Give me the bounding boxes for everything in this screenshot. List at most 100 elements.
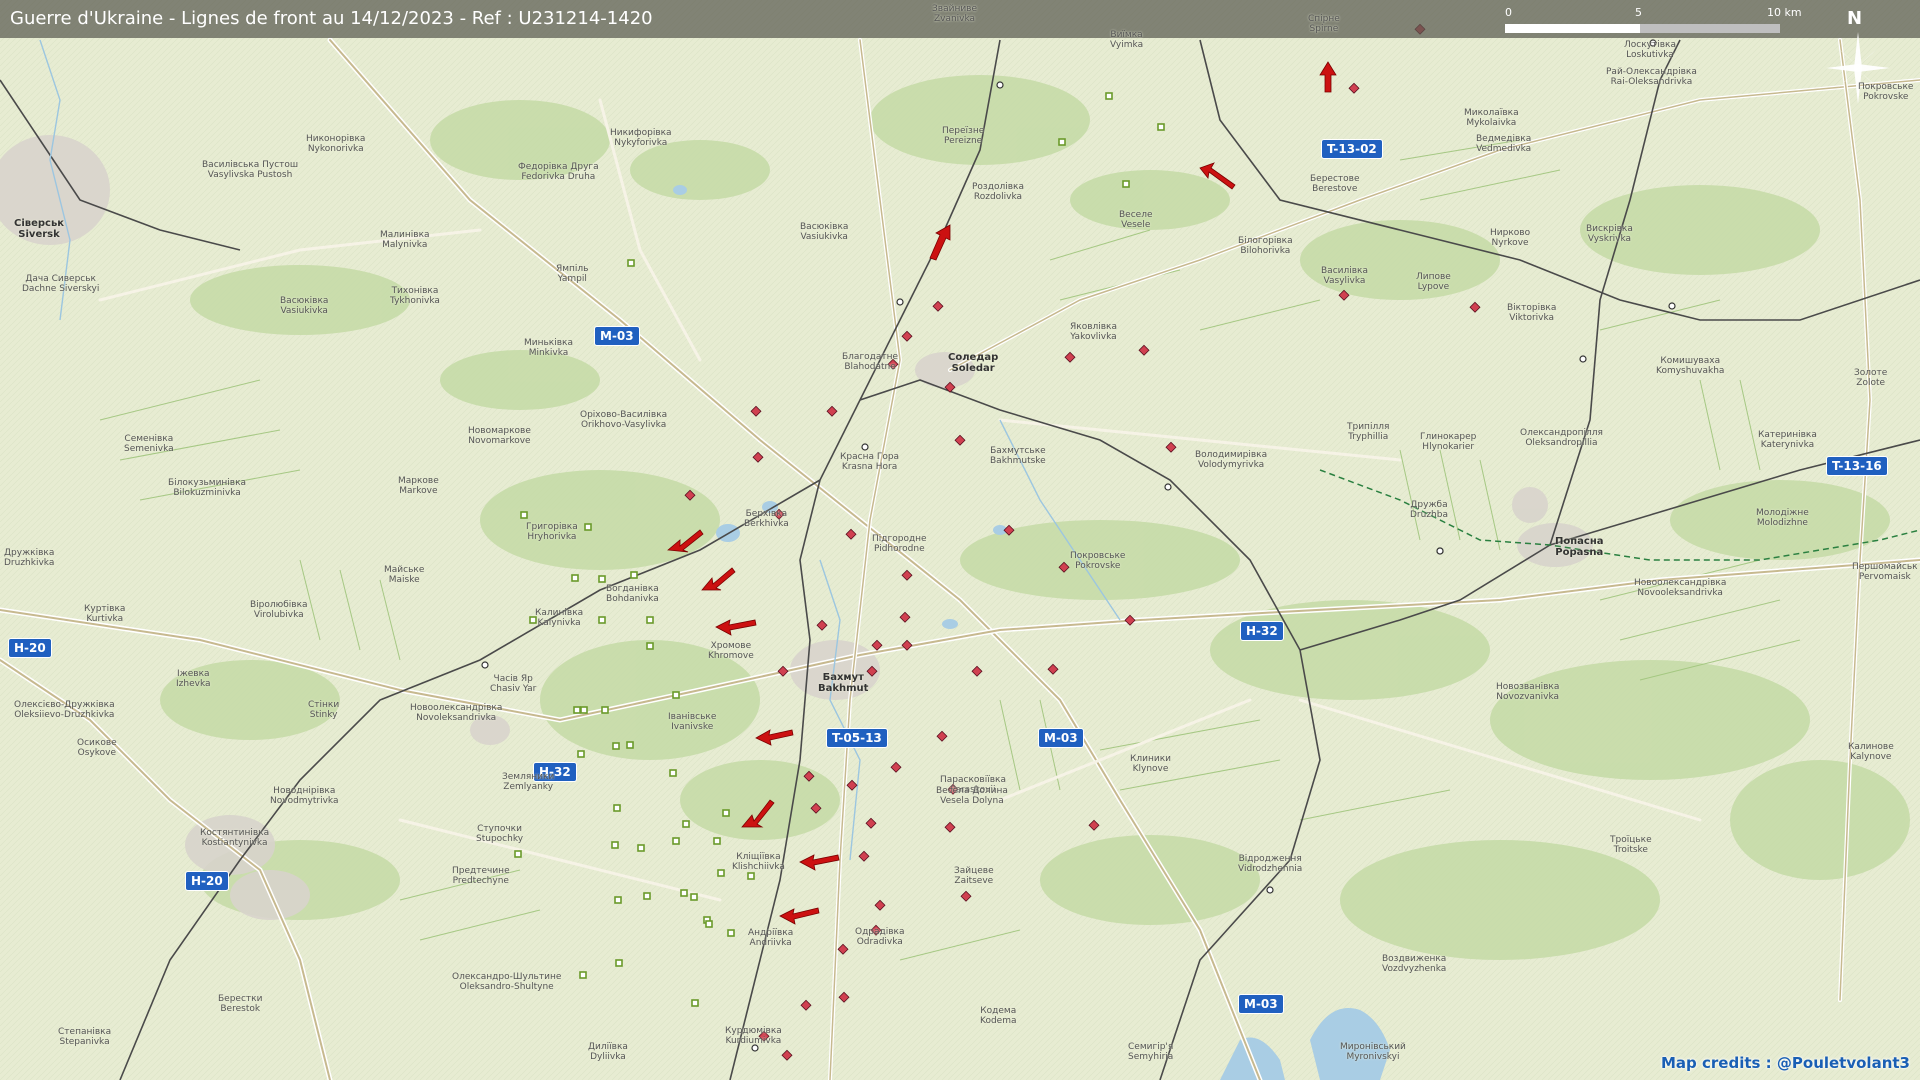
place-label: Стінки Stinky [308,700,340,720]
scale-label-5: 5 [1635,6,1642,19]
friendly-marker [580,706,588,714]
place-label: Першомайськ Pervomaisk [1852,562,1918,582]
friendly-marker [584,523,592,531]
friendly-marker [571,574,579,582]
friendly-marker [1105,92,1113,100]
friendly-marker [613,804,621,812]
place-label: Миронівський Myronivskyi [1340,1042,1406,1062]
place-label: Виїмка Vyimka [1110,30,1144,50]
place-label: Сіверськ Siversk [14,218,65,240]
place-label: Андріївка Andriivka [748,928,794,948]
place-label: Золоте Zolote [1854,368,1888,388]
place-label: Васюківка Vasiukivka [280,296,329,316]
place-label: Богданівка Bohdanivka [606,584,659,604]
place-label: Семигір'я Semyhiria [1128,1042,1174,1062]
place-label: Берхівка Berkhivka [744,509,789,529]
place-label: Земляники Zemlyanky [502,772,555,792]
friendly-marker [577,750,585,758]
place-label: Нирково Nyrkove [1490,228,1531,248]
place-label: Одрадівка Odradivka [855,927,905,947]
place-label: Роздолівка Rozdolivka [972,182,1024,202]
place-label: Новоднірівка Novodmytrivka [270,786,339,806]
place-label: Кліщіївка Klishchiivka [732,852,785,872]
place-label: Оріхово-Василівка Orikhovo-Vasylivka [580,410,668,430]
place-label: Ступочки Stupochky [476,824,524,844]
place-label: Білокузьминівка Bilokuzminivka [168,478,247,498]
place-label: Степанівка Stepanivka [58,1027,112,1047]
place-label: Відродження Vidrodzhennia [1238,854,1303,874]
friendly-marker [1157,123,1165,131]
place-label: Липове Lypove [1416,272,1451,292]
place-label: Берестове Berestove [1310,174,1360,194]
place-label: Білогорівка Bilohorivka [1238,236,1293,256]
place-label: Лоскутівка Loskutivka [1624,40,1676,60]
map-title: Guerre d'Ukraine - Lignes de front au 14… [10,8,653,29]
place-label: Олександропілля Oleksandropillia [1520,428,1603,448]
place-label: Федорівка Друга Fedorivka Druha [518,162,599,182]
place-label: Васюківка Vasiukivka [800,222,849,242]
friendly-marker [614,896,622,904]
friendly-marker [611,841,619,849]
place-label: Берестки Berestok [218,994,263,1014]
friendly-marker [601,706,609,714]
place-label: Троїцьке Troitske [1610,835,1652,855]
place-label: Воздвиженка Vozdvyzhenka [1382,954,1447,974]
place-label: Переїзне Pereizne [942,126,985,146]
place-label: Григорівка Hryhorivka [526,522,578,542]
place-label: Клиники Klynove [1130,754,1172,774]
place-label: Часів Яр Chasiv Yar [490,674,537,694]
place-label: Калинове Kalynove [1848,742,1894,762]
friendly-marker [672,691,680,699]
place-label: Іванівське Ivanivske [668,712,717,732]
scale-label-10: 10 km [1767,6,1802,19]
friendly-marker [669,769,677,777]
place-label: Никонорівка Nykonorivka [306,134,366,154]
place-label: Благодатне Blahodatne [842,352,899,372]
friendly-marker [1058,138,1066,146]
friendly-marker [514,850,522,858]
friendly-marker [717,869,725,877]
place-label: Курдюмівка Kurdiumivka [725,1026,782,1046]
place-label: Трипілля Tryphillia [1347,422,1390,442]
place-label: Зайцеве Zaitseve [954,866,994,886]
place-label: Рай-Олександрівка Rai-Oleksandrivka [1606,67,1697,87]
place-label: Дружківка Druzhkivka [4,548,55,568]
place-label: Покровське Pokrovske [1070,551,1126,571]
place-label: Іжевка Izhevka [176,669,211,689]
place-label: Калинівка Kalynivka [535,608,584,628]
friendly-marker [705,920,713,928]
friendly-marker [520,511,528,519]
place-label: Миколаївка Mykolaivka [1464,108,1519,128]
friendly-marker [630,571,638,579]
scale-label-0: 0 [1505,6,1512,19]
friendly-marker [680,889,688,897]
place-label: Покровське Pokrovske [1858,82,1914,102]
place-label: Яковлівка Yakovlivka [1070,322,1118,342]
place-label: Куртівка Kurtivka [84,604,126,624]
friendly-marker [646,642,654,650]
place-label: Миньківка Minkivka [524,338,573,358]
place-label: Вискрівка Vyskrivka [1586,224,1633,244]
place-label: Предтечине Predtechyne [452,866,510,886]
place-label: Новоолександрівка Novooleksandrivka [1634,578,1727,598]
place-label: Дружба Druzhba [1410,500,1448,520]
friendly-marker [672,837,680,845]
friendly-marker [598,575,606,583]
friendly-marker [727,929,735,937]
place-label: Попасна Popasna [1555,536,1604,558]
friendly-marker [682,820,690,828]
place-label: Новоолександрівка Novoleksandrivka [410,703,503,723]
place-label: Ведмедівка Vedmedivka [1476,134,1532,154]
scale-bar: 0 5 10 km [1505,6,1805,36]
place-label: Красна Гора Krasna Hora [840,452,900,472]
friendly-marker [627,259,635,267]
friendly-marker [1122,180,1130,188]
place-label: Новозванівка Novozvanivka [1496,682,1560,702]
place-label: Звайниве Zvanivka [932,4,978,24]
north-letter: N [1847,8,1863,29]
road-shield-t1316: T-13-16 [1826,456,1888,476]
place-label: Віролюбівка Virolubivka [250,600,308,620]
road-shield-m03: M-03 [594,326,640,346]
road-shield-t0513: T-05-13 [826,728,888,748]
place-label: Майське Maiske [384,565,425,585]
